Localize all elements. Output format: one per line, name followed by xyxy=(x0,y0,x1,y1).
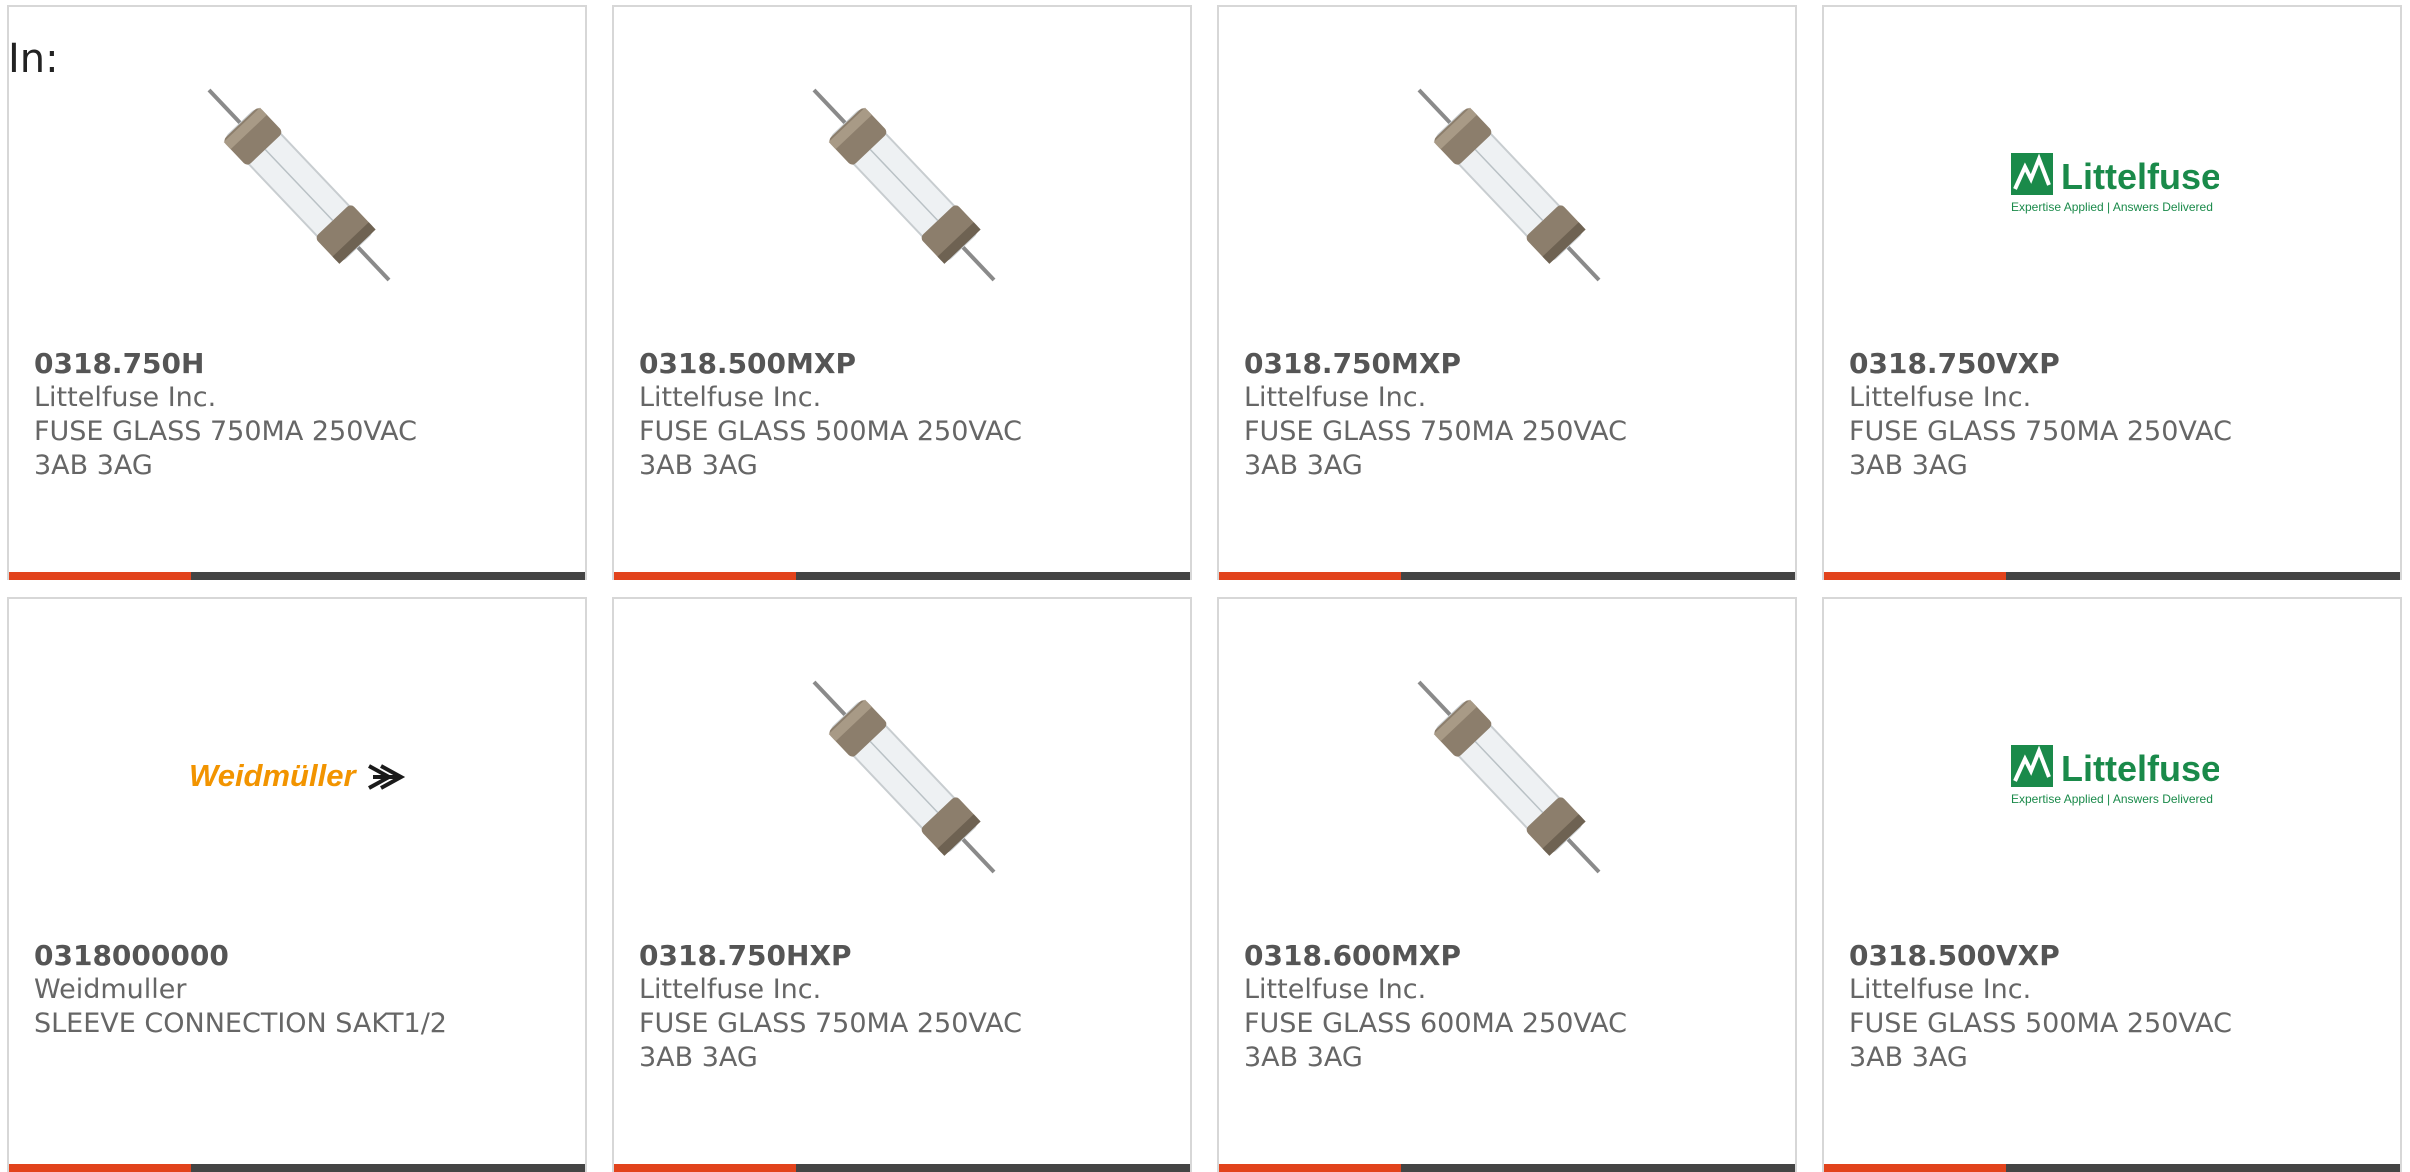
card-bar-accent xyxy=(614,1164,796,1172)
product-card[interactable]: 0318.500MXP Littelfuse Inc. FUSE GLASS 5… xyxy=(612,5,1192,580)
card-bar-accent xyxy=(614,572,796,580)
description: SLEEVE CONNECTION SAKT1/2 xyxy=(34,1008,447,1039)
product-card[interactable]: 0318.750HXP Littelfuse Inc. FUSE GLASS 7… xyxy=(612,597,1192,1172)
product-card[interactable]: Littelfuse Expertise Applied | Answers D… xyxy=(1822,597,2402,1172)
manufacturer: Littelfuse Inc. xyxy=(1244,382,1427,413)
description: FUSE GLASS 750MA 250VAC 3AB 3AG xyxy=(1244,416,1627,481)
product-image xyxy=(764,659,1044,894)
logo-text: Littelfuse xyxy=(2061,156,2219,197)
product-card[interactable]: Weidmüller 0318000000 Weidmuller SLEEVE … xyxy=(7,597,587,1172)
fuse-icon xyxy=(1409,672,1609,882)
description: FUSE GLASS 500MA 250VAC 3AB 3AG xyxy=(1849,1008,2232,1073)
manufacturer: Weidmuller xyxy=(34,974,187,1005)
description: FUSE GLASS 750MA 250VAC 3AB 3AG xyxy=(34,416,417,481)
logo-text: Weidmüller xyxy=(189,758,357,793)
product-image: Weidmüller xyxy=(159,659,439,894)
product-image xyxy=(1369,67,1649,302)
littelfuse-logo: Littelfuse Expertise Applied | Answers D… xyxy=(2009,737,2219,817)
manufacturer: Littelfuse Inc. xyxy=(1849,382,2032,413)
description: FUSE GLASS 600MA 250VAC 3AB 3AG xyxy=(1244,1008,1627,1073)
card-bar-accent xyxy=(9,572,191,580)
part-number[interactable]: 0318.500VXP xyxy=(1849,939,2280,973)
product-image xyxy=(1369,659,1649,894)
card-bar xyxy=(9,572,585,580)
logo-tagline: Expertise Applied | Answers Delivered xyxy=(2011,200,2213,214)
fuse-icon xyxy=(199,80,399,290)
part-number[interactable]: 0318.750HXP xyxy=(639,939,1070,973)
card-bar-accent xyxy=(1824,572,2006,580)
product-card[interactable]: 0318.750H Littelfuse Inc. FUSE GLASS 750… xyxy=(7,5,587,580)
card-bar xyxy=(1824,1164,2400,1172)
card-bar-accent xyxy=(1219,572,1401,580)
fuse-icon xyxy=(1409,80,1609,290)
card-bar-accent xyxy=(9,1164,191,1172)
card-bar xyxy=(614,572,1190,580)
description: FUSE GLASS 750MA 250VAC 3AB 3AG xyxy=(1849,416,2232,481)
description: FUSE GLASS 500MA 250VAC 3AB 3AG xyxy=(639,416,1022,481)
product-card[interactable]: 0318.750MXP Littelfuse Inc. FUSE GLASS 7… xyxy=(1217,5,1797,580)
weidmuller-logo: Weidmüller xyxy=(189,752,409,802)
product-card[interactable]: 0318.600MXP Littelfuse Inc. FUSE GLASS 6… xyxy=(1217,597,1797,1172)
manufacturer: Littelfuse Inc. xyxy=(639,382,822,413)
littelfuse-logo: Littelfuse Expertise Applied | Answers D… xyxy=(2009,145,2219,225)
card-bar xyxy=(1824,572,2400,580)
product-image: Littelfuse Expertise Applied | Answers D… xyxy=(1974,659,2254,894)
manufacturer: Littelfuse Inc. xyxy=(1244,974,1427,1005)
product-grid: 0318.750H Littelfuse Inc. FUSE GLASS 750… xyxy=(7,5,2402,1172)
manufacturer: Littelfuse Inc. xyxy=(639,974,822,1005)
logo-tagline: Expertise Applied | Answers Delivered xyxy=(2011,792,2213,806)
product-image xyxy=(764,67,1044,302)
product-image xyxy=(159,67,439,302)
manufacturer: Littelfuse Inc. xyxy=(34,382,217,413)
product-card[interactable]: Littelfuse Expertise Applied | Answers D… xyxy=(1822,5,2402,580)
card-bar-accent xyxy=(1219,1164,1401,1172)
logo-text: Littelfuse xyxy=(2061,748,2219,789)
part-number[interactable]: 0318.600MXP xyxy=(1244,939,1675,973)
product-image: Littelfuse Expertise Applied | Answers D… xyxy=(1974,67,2254,302)
part-number[interactable]: 0318.750MXP xyxy=(1244,347,1675,381)
page-heading: In: xyxy=(8,36,59,82)
part-number[interactable]: 0318000000 xyxy=(34,939,465,973)
card-bar xyxy=(1219,572,1795,580)
card-bar xyxy=(9,1164,585,1172)
part-number[interactable]: 0318.500MXP xyxy=(639,347,1070,381)
card-bar xyxy=(614,1164,1190,1172)
manufacturer: Littelfuse Inc. xyxy=(1849,974,2032,1005)
fuse-icon xyxy=(804,672,1004,882)
card-bar-accent xyxy=(1824,1164,2006,1172)
description: FUSE GLASS 750MA 250VAC 3AB 3AG xyxy=(639,1008,1022,1073)
part-number[interactable]: 0318.750VXP xyxy=(1849,347,2280,381)
part-number[interactable]: 0318.750H xyxy=(34,347,465,381)
fuse-icon xyxy=(804,80,1004,290)
card-bar xyxy=(1219,1164,1795,1172)
